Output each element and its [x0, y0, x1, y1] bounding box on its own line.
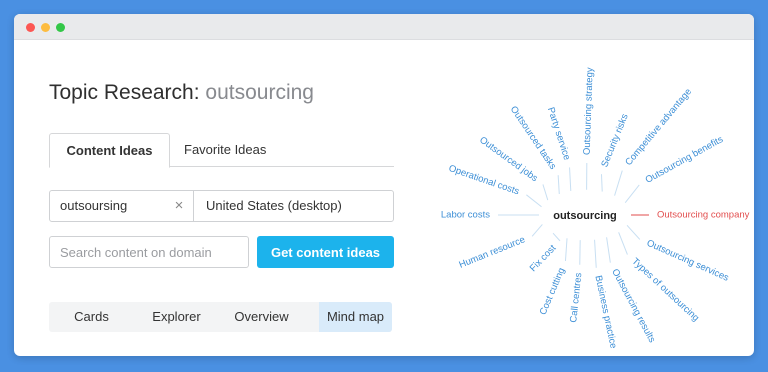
mind-map-spoke	[624, 184, 640, 204]
window-titlebar	[14, 14, 754, 40]
mind-map-spoke	[569, 167, 572, 191]
mind-map-center: outsourcing	[553, 210, 617, 222]
mind-map-topic[interactable]: Call centres	[568, 272, 584, 323]
domain-search-row: Get content ideas	[49, 236, 394, 268]
get-content-ideas-button[interactable]: Get content ideas	[257, 236, 394, 268]
mind-map-topic[interactable]: Outsourcing benefits	[644, 134, 726, 186]
mind-map-spoke	[618, 232, 628, 255]
clear-icon[interactable]: ×	[169, 190, 189, 222]
mind-map-topic[interactable]: Cost cutting	[538, 266, 568, 316]
tab-favorite-ideas[interactable]: Favorite Ideas	[170, 133, 280, 167]
view-overview-button[interactable]: Overview	[219, 302, 304, 332]
mind-map-spoke	[600, 174, 603, 192]
view-switcher: Cards Explorer Overview Mind map	[49, 302, 392, 332]
keyword-row: outsoursing × United States (desktop)	[49, 190, 394, 222]
page-title-prefix: Topic Research:	[49, 81, 206, 104]
mind-map-topic[interactable]: Human resource	[458, 234, 527, 271]
mind-map-spoke	[542, 184, 549, 201]
page-content: Topic Research: outsourcing Content Idea…	[14, 40, 754, 356]
maximize-window-icon[interactable]	[56, 23, 65, 32]
view-cards-button[interactable]: Cards	[49, 302, 134, 332]
mind-map: Labor costs Operational costs Outsourced j…	[414, 40, 754, 356]
mind-map-topic[interactable]: Outsourcing company	[657, 210, 750, 221]
mind-map-spoke	[614, 170, 623, 196]
mind-map-spoke	[606, 237, 611, 263]
mind-map-topic[interactable]: Operational costs	[447, 163, 521, 198]
tab-content-ideas[interactable]: Content Ideas	[49, 133, 170, 168]
view-mind-map-button[interactable]: Mind map	[319, 302, 392, 332]
domain-search-input[interactable]	[49, 236, 249, 268]
close-window-icon[interactable]	[26, 23, 35, 32]
mind-map-topic[interactable]: Labor costs	[441, 210, 490, 221]
mind-map-topic[interactable]: Fix cost	[528, 243, 559, 274]
mind-map-spoke	[564, 238, 568, 262]
mind-map-topic[interactable]: Outsourcing strategy	[582, 67, 596, 155]
minimize-window-icon[interactable]	[41, 23, 50, 32]
tab-bar: Content Ideas Favorite Ideas	[49, 133, 394, 168]
page-title: Topic Research: outsourcing	[49, 81, 314, 105]
page-title-keyword: outsourcing	[205, 81, 314, 104]
browser-window: Topic Research: outsourcing Content Idea…	[14, 14, 754, 356]
mind-map-topic[interactable]: Business practice	[592, 275, 618, 350]
mind-map-spoke	[531, 224, 543, 237]
view-explorer-button[interactable]: Explorer	[134, 302, 219, 332]
mind-map-spoke	[526, 194, 542, 208]
mind-map-spoke	[552, 232, 561, 242]
mind-map-spoke	[626, 224, 641, 240]
mind-map-spoke	[557, 175, 560, 195]
mind-map-spoke	[594, 239, 597, 268]
database-select[interactable]: United States (desktop)	[193, 190, 394, 222]
mind-map-canvas: Labor costsOperational costsOutsourced j…	[441, 67, 750, 350]
